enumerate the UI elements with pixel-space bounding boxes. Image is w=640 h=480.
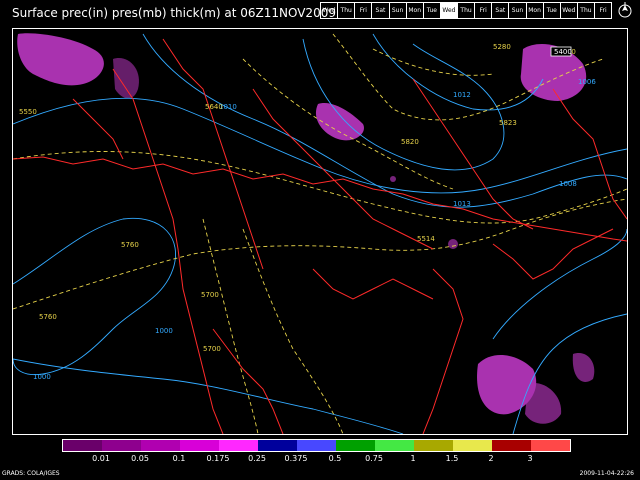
thickness-label: 5823 bbox=[499, 119, 517, 127]
timeline-day[interactable]: Sun bbox=[509, 3, 527, 18]
thickness-label: 5550 bbox=[19, 108, 37, 116]
isobar-label: 1012 bbox=[453, 91, 471, 99]
colorbar-tick-label: 2 bbox=[488, 454, 494, 463]
timeline-day[interactable]: Sat bbox=[372, 3, 390, 18]
colorbar-tick-label: 0.25 bbox=[248, 454, 266, 463]
colorbar-tick-label: 0.1 bbox=[172, 454, 186, 463]
colorbar-swatch bbox=[219, 440, 258, 451]
colorbar-tick-label: 0.375 bbox=[284, 454, 308, 463]
colorbar-tick-label: 1 bbox=[410, 454, 416, 463]
colorbar-tick-label: 0.05 bbox=[131, 454, 149, 463]
thickness-label: 5280 bbox=[493, 43, 511, 51]
precip-dot bbox=[448, 239, 458, 249]
thickness-label: 5640 bbox=[205, 103, 223, 111]
footer-credit: GRADS: COLA/IGES bbox=[2, 470, 60, 477]
colorbar-swatch bbox=[453, 440, 492, 451]
colorbar-tick-label: 3 bbox=[527, 454, 533, 463]
timeline-day[interactable]: Tue bbox=[544, 3, 561, 18]
colorbar-tick-label: 0.175 bbox=[206, 454, 230, 463]
thickness-label: 5760 bbox=[121, 241, 139, 249]
colorbar-swatch bbox=[63, 440, 102, 451]
timeline-day[interactable]: Fri bbox=[475, 3, 493, 18]
thickness-label: 5760 bbox=[39, 313, 57, 321]
colorbar-tick-label: 0.75 bbox=[365, 454, 383, 463]
colorbar-swatch bbox=[414, 440, 453, 451]
timeline-day[interactable]: Fri bbox=[355, 3, 373, 18]
timeline-day[interactable]: Sat bbox=[492, 3, 510, 18]
timeline-day[interactable]: Sun bbox=[390, 3, 407, 18]
timeline-day[interactable]: Mon bbox=[407, 3, 424, 18]
colorbar-swatch bbox=[297, 440, 336, 451]
timeline-day[interactable]: Thu bbox=[458, 3, 476, 18]
colorbar-swatch bbox=[375, 440, 414, 451]
forecast-timeline[interactable]: Wed Thu Fri Sat Sun Mon Tue Wed Thu Fri Sat Sun Mon T… bbox=[320, 2, 612, 19]
navigation-icon[interactable] bbox=[616, 2, 634, 19]
thickness-label: 5700 bbox=[201, 291, 219, 299]
colorbar-tick-label: 1.5 bbox=[445, 454, 459, 463]
isobar-label: 1000 bbox=[155, 327, 173, 335]
isobar-label: 1000 bbox=[33, 373, 51, 381]
colorbar-swatch bbox=[102, 440, 141, 451]
isobar-label: 1006 bbox=[578, 78, 596, 86]
thickness-label: 5820 bbox=[401, 138, 419, 146]
isobar-label: 1008 bbox=[559, 180, 577, 188]
timeline-day[interactable]: Thu bbox=[578, 3, 595, 18]
high-pressure-label: 5400 bbox=[554, 48, 572, 56]
precip-colorbar bbox=[62, 439, 571, 452]
thickness-label: 5514 bbox=[417, 235, 435, 243]
colorbar-swatch bbox=[258, 440, 297, 451]
timeline-day[interactable]: Mon bbox=[527, 3, 544, 18]
thickness-label: 5700 bbox=[203, 345, 221, 353]
timeline-day[interactable]: Wed bbox=[561, 3, 578, 18]
colorbar-swatch bbox=[531, 440, 570, 451]
weather-map: 1010 1012 1013 1008 1000 1000 1006 5550 … bbox=[12, 28, 628, 435]
timeline-day[interactable]: Tue bbox=[424, 3, 441, 18]
map-canvas: 1010 1012 1013 1008 1000 1000 1006 5550 … bbox=[13, 29, 627, 434]
colorbar-tick-label: 0.5 bbox=[328, 454, 342, 463]
precip-dot bbox=[390, 176, 396, 182]
colorbar-swatch bbox=[141, 440, 180, 451]
map-title: Surface prec(in) pres(mb) thick(m) at 06… bbox=[12, 6, 336, 20]
isobar-label: 1013 bbox=[453, 200, 471, 208]
high-pressure-marker: 5400 bbox=[550, 46, 572, 57]
timeline-day[interactable]: Thu bbox=[338, 3, 356, 18]
timeline-day[interactable]: Fri bbox=[595, 3, 611, 18]
colorbar-swatch bbox=[180, 440, 219, 451]
colorbar-swatch bbox=[336, 440, 375, 451]
timeline-day[interactable]: Wed bbox=[321, 3, 339, 18]
timeline-day[interactable]: Wed bbox=[440, 3, 458, 18]
footer-timestamp: 2009-11-04-22:26 bbox=[579, 470, 634, 477]
colorbar-ticks: 0.01 0.05 0.1 0.175 0.25 0.375 0.5 0.75 1 1.5 2 3 bbox=[62, 454, 578, 466]
colorbar-swatch bbox=[492, 440, 531, 451]
colorbar-tick-label: 0.01 bbox=[92, 454, 110, 463]
